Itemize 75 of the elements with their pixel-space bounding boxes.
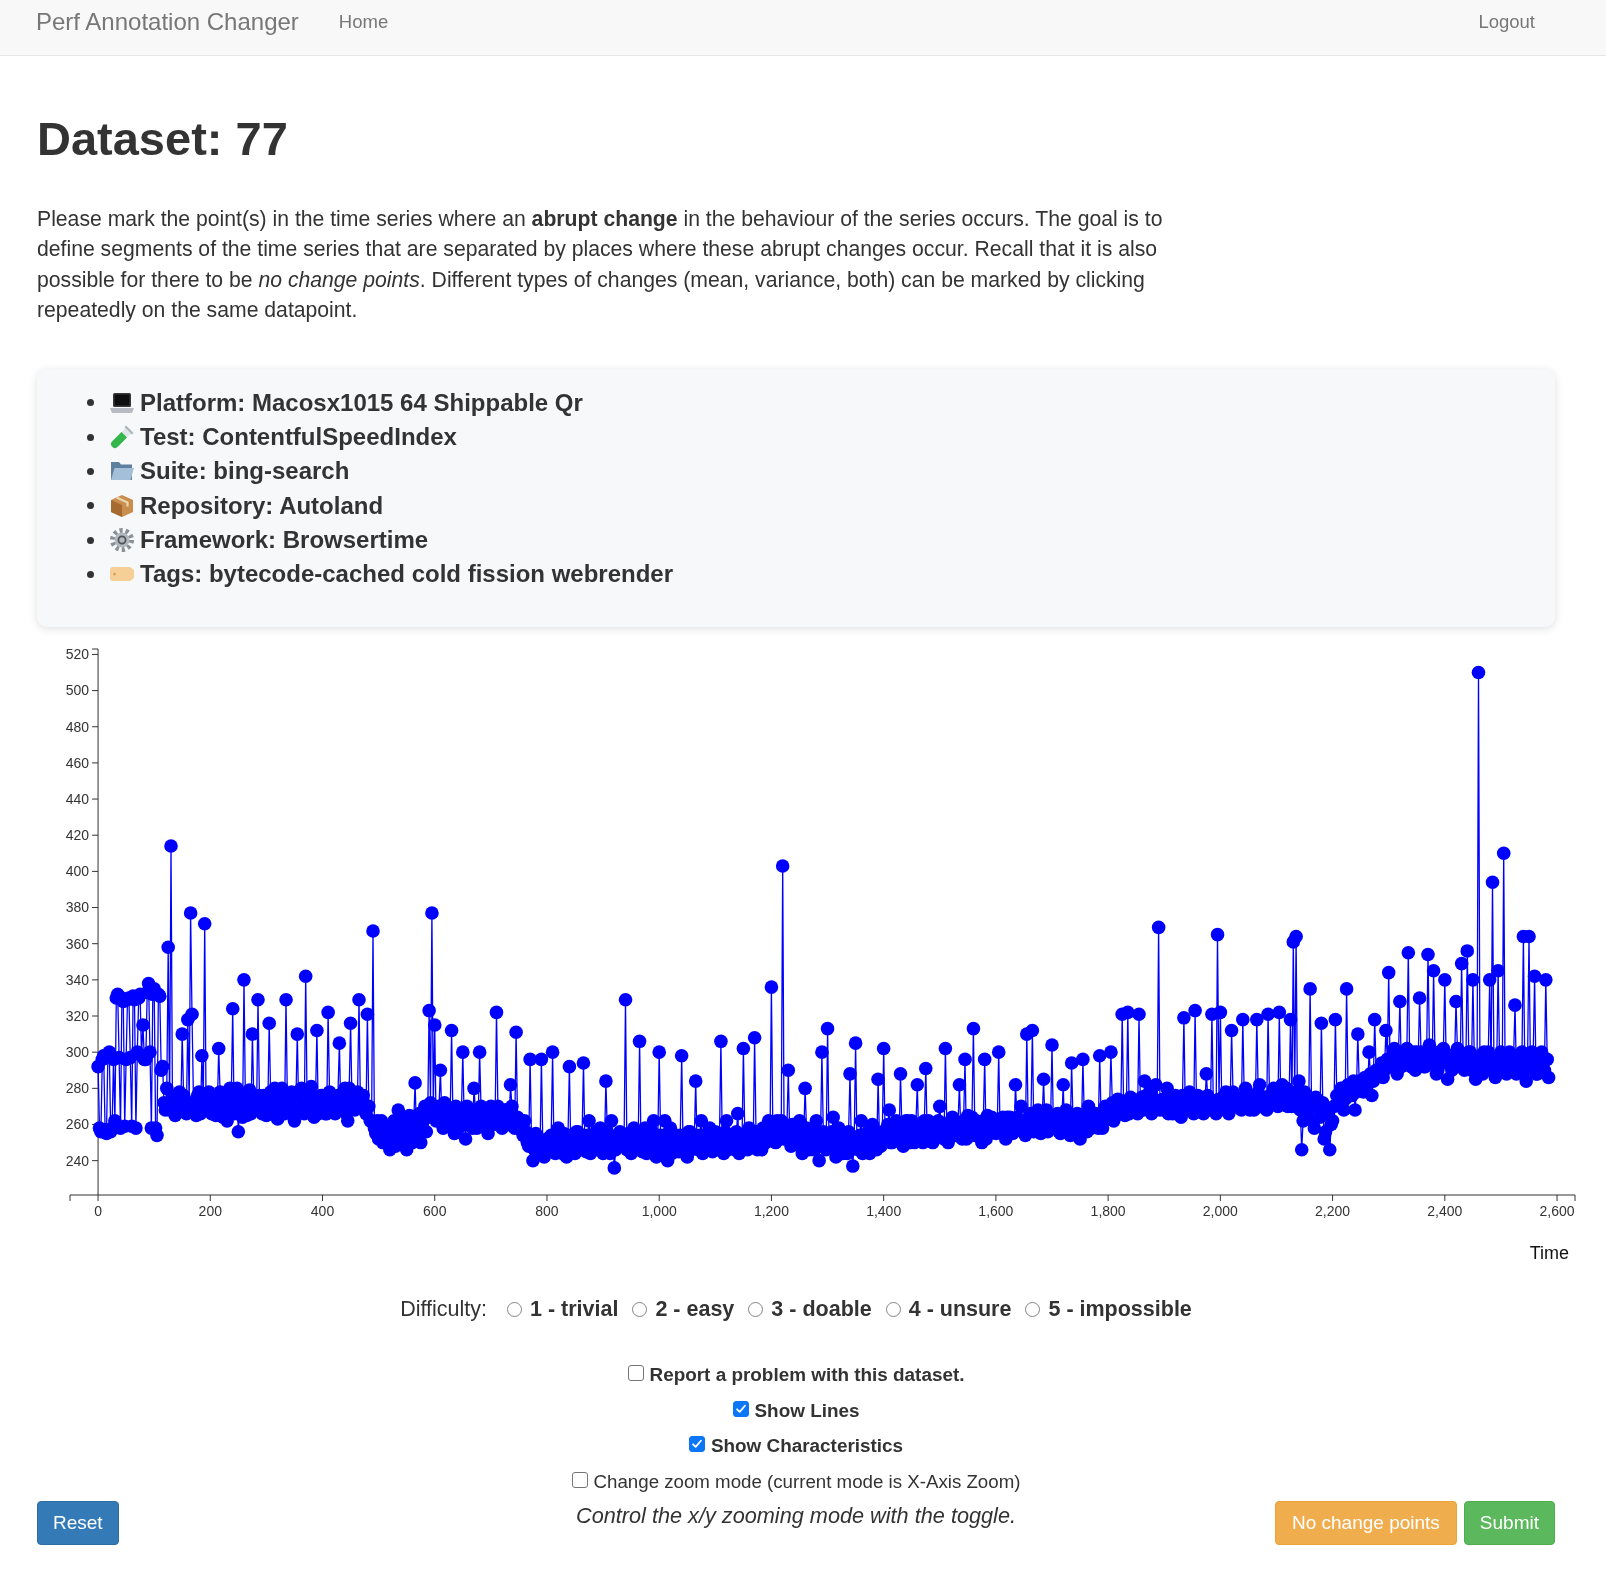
- radio-label[interactable]: 4 - unsure: [908, 1296, 1012, 1322]
- reset-button[interactable]: Reset: [37, 1501, 119, 1546]
- x-tick-label: 800: [535, 1203, 559, 1220]
- x-tick-label: 2,000: [1202, 1203, 1238, 1220]
- bullet-icon: [87, 433, 94, 441]
- radio-button[interactable]: [632, 1301, 648, 1317]
- x-tick-label: 1,200: [753, 1203, 789, 1220]
- bullet-icon: [87, 536, 94, 544]
- radio-button[interactable]: [748, 1301, 764, 1317]
- bullet-icon: [87, 570, 94, 578]
- radio-button[interactable]: [885, 1301, 901, 1317]
- bullet-icon: [87, 502, 94, 510]
- tag-icon: [110, 567, 134, 582]
- instructions-text: Please mark the point(s) in the time series where an abrupt change in the behaviour of the series occurs. The goal is to define segments of the time series that are separated by places where these abrupt changes occur. Recall that it is also possible for there to be no change points. Different types of changes (mean, variance, both) can be marked by clicking repeatedly on the same datapoint.: [37, 205, 1164, 324]
- y-tick-label: 300: [65, 1044, 90, 1061]
- checkbox-label[interactable]: Show Lines: [754, 1399, 860, 1422]
- y-tick-label: 280: [65, 1080, 90, 1097]
- radio-label[interactable]: 2 - easy: [655, 1296, 735, 1322]
- x-tick-label: 400: [310, 1203, 335, 1220]
- characteristic-text: Platform: Macosx1015 64 Shippable Qr: [140, 388, 583, 417]
- characteristic-text: Test: ContentfulSpeedIndex: [140, 423, 457, 452]
- bullet-icon: [87, 399, 94, 407]
- y-tick-label: 380: [65, 899, 90, 916]
- y-tick-label: 440: [65, 791, 90, 808]
- home-link[interactable]: Home: [338, 8, 389, 36]
- app-title[interactable]: Perf Annotation Changer: [36, 8, 299, 36]
- x-axis-title: Time: [1529, 1243, 1569, 1264]
- y-tick-label: 240: [65, 1153, 90, 1169]
- radio-button[interactable]: [507, 1301, 522, 1317]
- package-icon: [110, 493, 134, 518]
- x-tick-label: 600: [423, 1203, 447, 1220]
- x-tick-label: 2,400: [1427, 1203, 1463, 1220]
- folder-icon: [110, 462, 134, 481]
- x-tick-label: 1,000: [641, 1203, 677, 1220]
- y-tick-label: 340: [65, 972, 90, 989]
- test-tube-icon: [110, 425, 134, 450]
- y-tick-label: 480: [65, 719, 90, 736]
- y-tick-label: 360: [65, 936, 90, 953]
- checkbox[interactable]: [732, 1400, 749, 1417]
- hint-text: Control the x/y zooming mode with the toggle.: [576, 1502, 1016, 1531]
- x-tick-label: 2,200: [1315, 1203, 1351, 1220]
- x-tick-label: 2,600: [1539, 1203, 1575, 1220]
- y-tick-label: 400: [65, 863, 90, 880]
- x-tick-label: 1,800: [1090, 1203, 1126, 1220]
- checkbox[interactable]: [627, 1365, 644, 1382]
- characteristic-text: Framework: Browsertime: [140, 526, 429, 554]
- y-tick-label: 320: [65, 1008, 90, 1025]
- laptop-icon: [110, 392, 134, 413]
- y-tick-label: 520: [65, 646, 90, 663]
- characteristic-text: Repository: Autoland: [140, 491, 384, 520]
- difficulty-label: Difficulty:: [400, 1296, 487, 1322]
- y-tick-label: 460: [65, 755, 90, 772]
- characteristic-text: Suite: bing-search: [140, 457, 350, 486]
- y-tick-label: 260: [65, 1116, 90, 1133]
- checkbox-label[interactable]: Change zoom mode (current mode is X-Axis Zoom): [593, 1470, 1021, 1493]
- radio-label[interactable]: 1 - trivial: [530, 1296, 619, 1322]
- radio-label[interactable]: 3 - doable: [771, 1296, 872, 1322]
- checkbox-label[interactable]: Show Characteristics: [710, 1435, 904, 1458]
- checkbox[interactable]: [571, 1471, 588, 1488]
- radio-label[interactable]: 5 - impossible: [1048, 1296, 1192, 1322]
- x-tick-label: 1,600: [978, 1203, 1014, 1220]
- x-tick-label: 200: [198, 1203, 222, 1220]
- radio-button[interactable]: [1025, 1301, 1041, 1317]
- page-title: Dataset: 77: [37, 113, 289, 165]
- characteristic-text: Tags: bytecode-cached cold fission webrender: [140, 560, 673, 589]
- data-series[interactable]: [91, 666, 1556, 1176]
- checkbox-label[interactable]: Report a problem with this dataset.: [649, 1364, 965, 1387]
- x-tick-label: 1,400: [866, 1203, 902, 1220]
- checkbox[interactable]: [688, 1436, 705, 1453]
- y-tick-label: 500: [65, 682, 90, 699]
- gear-icon: [110, 528, 134, 552]
- logout-link[interactable]: Logout: [1478, 8, 1535, 36]
- y-tick-label: 420: [65, 827, 90, 844]
- bullet-icon: [87, 467, 94, 475]
- x-tick-label: 0: [94, 1203, 102, 1220]
